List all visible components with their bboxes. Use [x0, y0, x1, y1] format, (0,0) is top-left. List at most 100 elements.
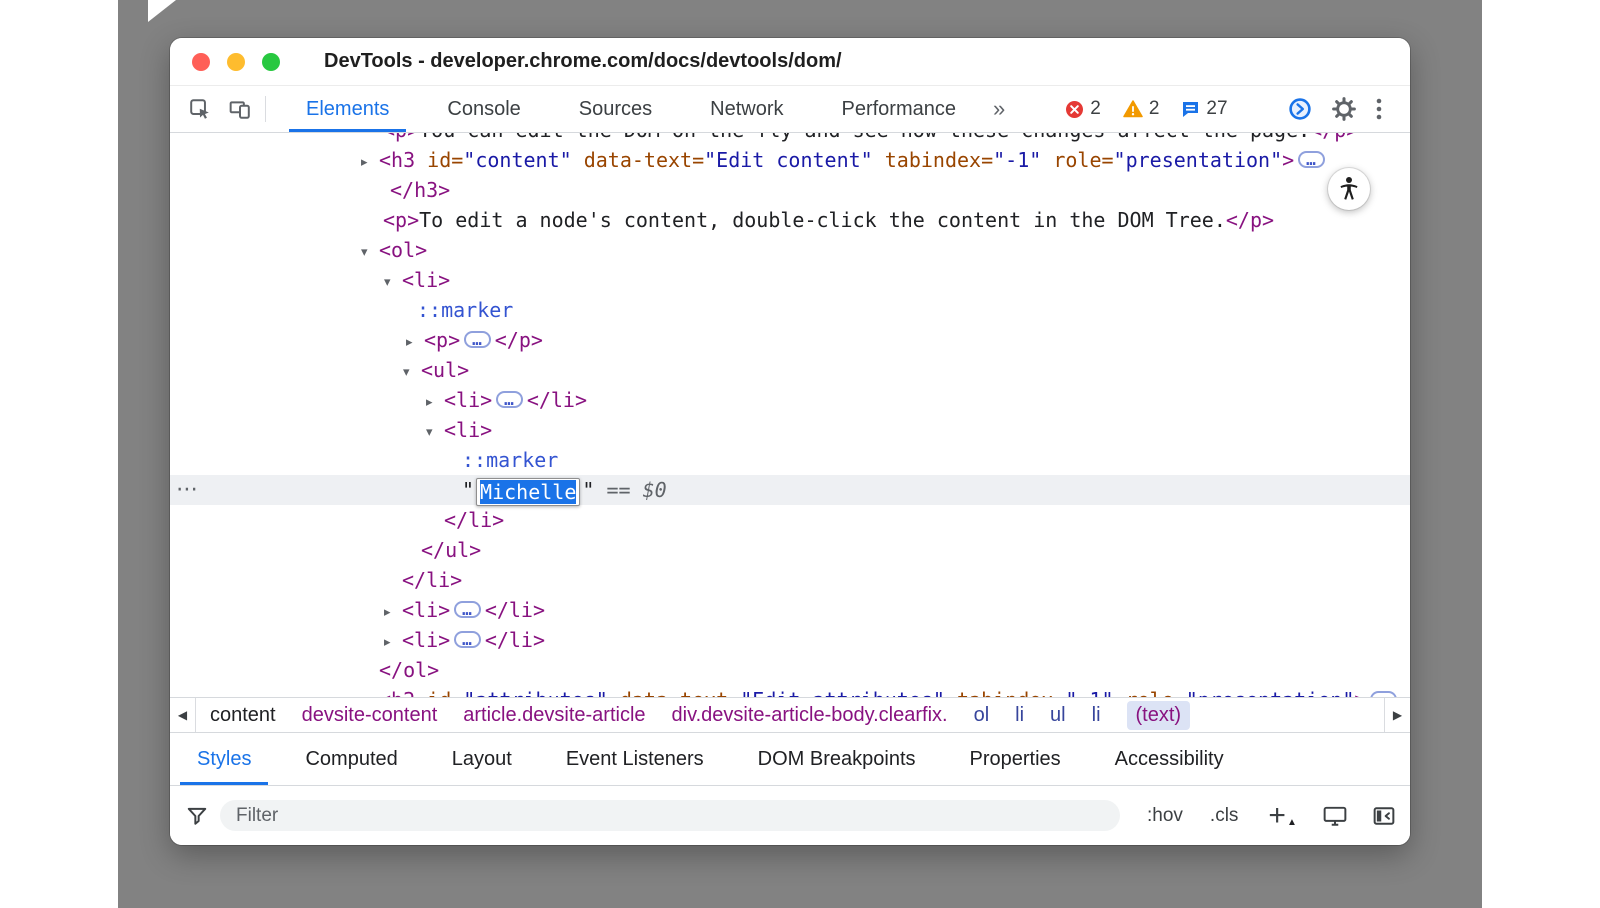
dom-tree-row[interactable]: </li>	[170, 505, 1410, 535]
tab-console[interactable]: Console	[418, 86, 549, 132]
selected-text: Michelle	[480, 480, 576, 504]
dom-tree-row[interactable]: ::marker	[170, 295, 1410, 325]
code-token: "Edit attributes"	[740, 688, 945, 697]
corner-artifact	[148, 0, 176, 22]
dom-tree-row[interactable]: </h3>	[170, 175, 1410, 205]
expand-arrow-icon[interactable]: ▸	[406, 328, 424, 358]
breadcrumb-scroll-left-button[interactable]: ◀	[170, 698, 196, 732]
toggle-sidebar-panel-icon[interactable]	[1373, 806, 1395, 826]
error-count: 2	[1090, 98, 1101, 120]
expand-arrow-icon[interactable]: ▸	[426, 388, 444, 418]
show-more-icon[interactable]: …	[454, 631, 481, 648]
collapse-arrow-icon[interactable]: ▾	[426, 418, 444, 448]
show-more-icon[interactable]: …	[496, 391, 523, 408]
sidebar-tab-properties[interactable]: Properties	[943, 733, 1088, 785]
sidebar-tab-computed[interactable]: Computed	[278, 733, 424, 785]
zoom-window-button[interactable]	[262, 53, 280, 71]
dom-tree-row[interactable]: ▸<li>…</li>	[170, 625, 1410, 655]
code-token: <p>	[383, 208, 419, 232]
breadcrumb-item[interactable]: ol	[974, 704, 990, 727]
dom-tree-row[interactable]: ▸<li>…</li>	[170, 595, 1410, 625]
collapse-arrow-icon[interactable]: ▾	[361, 238, 379, 268]
panel-tabs: ElementsConsoleSourcesNetworkPerformance	[277, 86, 985, 132]
breadcrumb-item[interactable]: (text)	[1127, 701, 1191, 730]
expand-arrow-icon[interactable]: ▸	[384, 598, 402, 628]
dom-tree-row[interactable]: <p>You can edit the DOM on the fly and s…	[170, 133, 1410, 145]
issues-count: 27	[1206, 98, 1227, 120]
breadcrumb-item[interactable]: ul	[1050, 704, 1066, 727]
sidebar-tab-layout[interactable]: Layout	[425, 733, 539, 785]
close-window-button[interactable]	[192, 53, 210, 71]
dom-tree: <p>You can edit the DOM on the fly and s…	[170, 133, 1410, 697]
sidebar-tab-accessibility[interactable]: Accessibility	[1088, 733, 1251, 785]
code-token: </li>	[485, 598, 545, 622]
dom-tree-row[interactable]: ▾<li>	[170, 265, 1410, 295]
show-more-icon[interactable]: …	[454, 601, 481, 618]
sidebar-tab-event-listeners[interactable]: Event Listeners	[539, 733, 731, 785]
code-token: <li>	[444, 418, 492, 442]
show-more-icon[interactable]: …	[464, 331, 491, 348]
collapse-arrow-icon[interactable]: ▾	[403, 358, 421, 388]
issues-badge[interactable]: 27	[1181, 98, 1227, 120]
dom-tree-row[interactable]: ▾<ul>	[170, 355, 1410, 385]
tab-performance[interactable]: Performance	[813, 86, 986, 132]
dom-tree-row[interactable]: </li>	[170, 565, 1410, 595]
code-token: </p>	[495, 328, 543, 352]
code-token: data-text=	[608, 688, 740, 697]
dom-tree-row[interactable]: ⋯"Michelle" == $0	[170, 475, 1410, 505]
extension-icon[interactable]	[1288, 97, 1312, 121]
warning-badge[interactable]: 2	[1123, 98, 1160, 120]
dom-tree-row[interactable]: ▾<li>	[170, 415, 1410, 445]
minimize-window-button[interactable]	[227, 53, 245, 71]
breadcrumb-item[interactable]: li	[1092, 704, 1101, 727]
kebab-menu-icon[interactable]	[1376, 97, 1382, 121]
dom-tree-row[interactable]: </ul>	[170, 535, 1410, 565]
expand-arrow-icon[interactable]: ▸	[361, 148, 379, 178]
toolbar-divider	[265, 96, 266, 122]
tab-elements[interactable]: Elements	[277, 86, 418, 132]
styles-filter-input[interactable]	[220, 800, 1120, 831]
node-text-editor[interactable]: Michelle	[476, 478, 580, 506]
dom-tree-row[interactable]: ▾<ol>	[170, 235, 1410, 265]
breadcrumb-item[interactable]: content	[210, 704, 276, 727]
toolbar-right-icons	[1288, 97, 1400, 121]
sidebar-tab-styles[interactable]: Styles	[170, 733, 278, 785]
more-tabs-button[interactable]: »	[985, 96, 1013, 122]
rendering-emulations-icon[interactable]	[1323, 805, 1347, 827]
inspect-element-icon[interactable]	[180, 89, 220, 129]
code-token: <li>	[444, 388, 492, 412]
breadcrumb-item[interactable]: devsite-content	[302, 704, 438, 727]
code-token: ::marker	[462, 448, 558, 472]
dom-tree-row[interactable]: ▸<li>…</li>	[170, 385, 1410, 415]
code-token: id=	[415, 148, 463, 172]
dom-tree-row[interactable]: ▸<h3 id="content" data-text="Edit conten…	[170, 145, 1410, 175]
code-token: </li>	[402, 568, 462, 592]
show-more-icon[interactable]: …	[1298, 151, 1325, 168]
tab-sources[interactable]: Sources	[550, 86, 681, 132]
toggle-element-state-button[interactable]: :hov	[1147, 805, 1183, 827]
node-more-actions-icon[interactable]: ⋯	[176, 475, 199, 505]
code-token: "-1"	[993, 148, 1041, 172]
dom-tree-row[interactable]: </ol>	[170, 655, 1410, 685]
code-token: <li>	[402, 628, 450, 652]
dom-tree-row[interactable]: ::marker	[170, 445, 1410, 475]
dom-tree-row[interactable]: ▸<p>…</p>	[170, 325, 1410, 355]
show-more-icon[interactable]: …	[1370, 691, 1397, 697]
dom-tree-row[interactable]: <p>To edit a node's content, double-clic…	[170, 205, 1410, 235]
expand-arrow-icon[interactable]: ▸	[361, 688, 379, 697]
dom-tree-row[interactable]: ▸<h2 id="attributes" data-text="Edit att…	[170, 685, 1410, 697]
device-toolbar-icon[interactable]	[220, 89, 260, 129]
breadcrumb-item[interactable]: div.devsite-article-body.clearfix.	[672, 704, 948, 727]
breadcrumb-scroll-right-button[interactable]: ▶	[1384, 698, 1410, 732]
breadcrumb-item[interactable]: article.devsite-article	[463, 704, 645, 727]
collapse-arrow-icon[interactable]: ▾	[384, 268, 402, 298]
title-bar: DevTools - developer.chrome.com/docs/dev…	[170, 38, 1410, 86]
error-badge[interactable]: 2	[1065, 98, 1101, 120]
expand-arrow-icon[interactable]: ▸	[384, 628, 402, 658]
settings-gear-icon[interactable]	[1332, 97, 1356, 121]
new-style-rule-button[interactable]: + ▲	[1268, 801, 1296, 831]
element-classes-button[interactable]: .cls	[1210, 805, 1239, 827]
tab-network[interactable]: Network	[681, 86, 812, 132]
breadcrumb-item[interactable]: li	[1015, 704, 1024, 727]
sidebar-tab-dom-breakpoints[interactable]: DOM Breakpoints	[731, 733, 943, 785]
